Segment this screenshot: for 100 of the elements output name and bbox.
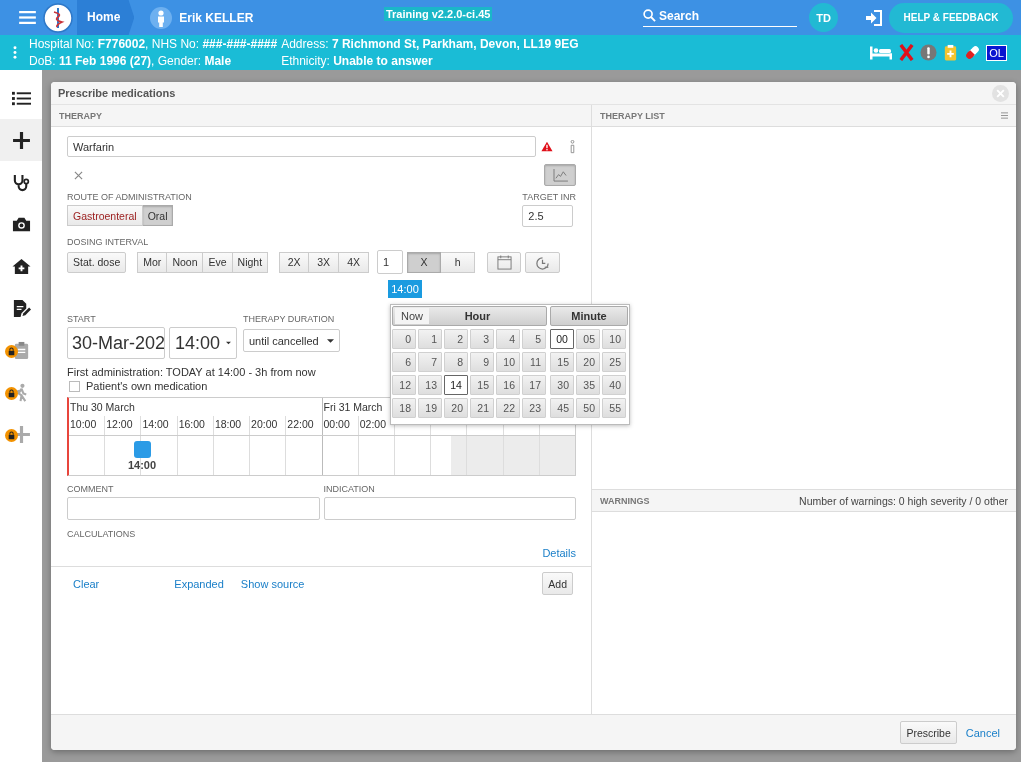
- minute-option[interactable]: 15: [550, 352, 574, 372]
- target-inr-field[interactable]: 2.5: [522, 205, 574, 227]
- dialog-title: Prescribe medications: [58, 87, 176, 99]
- action-link[interactable]: Expanded: [174, 577, 224, 590]
- hour-option[interactable]: 4: [496, 329, 520, 349]
- time-of-day-button[interactable]: Eve: [203, 251, 233, 273]
- time-of-day-button[interactable]: Noon: [167, 251, 204, 273]
- info-icon[interactable]: [569, 139, 576, 154]
- version-label: Training v2.2.0-ci.45: [383, 7, 493, 21]
- hour-label: 10:00: [70, 418, 97, 430]
- hour-option[interactable]: 16: [496, 375, 520, 395]
- start-time-dropdown[interactable]: 14:00: [169, 327, 237, 359]
- more-icon[interactable]: [13, 46, 17, 59]
- hour-option[interactable]: 7: [418, 352, 442, 372]
- calendar-button[interactable]: [487, 251, 522, 273]
- lock-icon: [5, 387, 18, 400]
- hour-option[interactable]: 19: [418, 398, 442, 418]
- duration-dropdown[interactable]: until cancelled: [243, 329, 340, 352]
- hour-option[interactable]: 15: [470, 375, 494, 395]
- hour-option[interactable]: 1: [418, 329, 442, 349]
- home-breadcrumb[interactable]: Home: [77, 0, 135, 35]
- route-option[interactable]: Gastroenteral: [67, 205, 143, 226]
- comment-field[interactable]: [67, 497, 320, 520]
- dose-count-field[interactable]: 1: [377, 250, 404, 274]
- time-of-day-button[interactable]: Mor: [137, 251, 168, 273]
- minute-option[interactable]: 30: [550, 375, 574, 395]
- hour-option[interactable]: 18: [392, 398, 416, 418]
- search-field[interactable]: Search: [659, 8, 789, 23]
- hour-option[interactable]: 2: [444, 329, 468, 349]
- warning-icon[interactable]: [541, 141, 554, 152]
- minute-option[interactable]: 05: [576, 329, 600, 349]
- alert-icon[interactable]: [920, 44, 938, 61]
- menu-icon[interactable]: [1001, 112, 1008, 119]
- bed-icon[interactable]: [869, 44, 894, 61]
- time-tooltip: 14:00: [388, 280, 422, 298]
- frequency-button[interactable]: 3X: [309, 251, 340, 273]
- clear-icon[interactable]: [74, 170, 83, 180]
- details-link[interactable]: Details: [542, 547, 576, 559]
- stat-dose-button[interactable]: Stat. dose: [67, 251, 127, 273]
- frequency-button[interactable]: 4X: [339, 251, 370, 273]
- hour-option[interactable]: 9: [470, 352, 494, 372]
- hour-option[interactable]: 14: [444, 375, 468, 395]
- section-title: THERAPY LIST: [600, 110, 665, 121]
- time-of-day-button[interactable]: Night: [232, 251, 269, 273]
- plus-icon: [11, 130, 31, 150]
- minute-option[interactable]: 20: [576, 352, 600, 372]
- hour-option[interactable]: 11: [522, 352, 546, 372]
- unit-option[interactable]: h: [441, 251, 476, 273]
- hour-option[interactable]: 0: [392, 329, 416, 349]
- patient-info: DoB: 11 Feb 1996 (27), Gender: Male: [29, 54, 233, 68]
- cancel-link[interactable]: Cancel: [965, 726, 1000, 739]
- pill-icon[interactable]: [964, 44, 982, 61]
- minute-option[interactable]: 45: [550, 398, 574, 418]
- logout-icon[interactable]: [865, 9, 883, 26]
- sidebar-item[interactable]: [0, 119, 42, 161]
- clock-icon: [535, 254, 551, 270]
- minute-option[interactable]: 00: [550, 329, 574, 349]
- start-date-field[interactable]: 30-Mar-202: [67, 327, 165, 359]
- minute-option[interactable]: 35: [576, 375, 600, 395]
- medication-field[interactable]: Warfarin: [67, 136, 537, 157]
- hour-option[interactable]: 10: [496, 352, 520, 372]
- add-button[interactable]: Add: [542, 572, 573, 595]
- action-link[interactable]: Clear: [73, 577, 100, 590]
- hour-option[interactable]: 12: [392, 375, 416, 395]
- hour-option[interactable]: 6: [392, 352, 416, 372]
- checkbox[interactable]: [69, 380, 80, 392]
- hour-option[interactable]: 3: [470, 329, 494, 349]
- emblem-icon[interactable]: [43, 2, 73, 33]
- hour-option[interactable]: 5: [522, 329, 546, 349]
- search-icon: [643, 9, 656, 22]
- unit-option[interactable]: X: [407, 251, 442, 273]
- hour-option[interactable]: 17: [522, 375, 546, 395]
- minute-option[interactable]: 25: [602, 352, 626, 372]
- minute-option[interactable]: 50: [576, 398, 600, 418]
- field-label: TARGET INR: [522, 192, 576, 202]
- dose-marker[interactable]: [133, 441, 151, 458]
- field-label: START: [67, 314, 97, 324]
- status-badge[interactable]: OL: [986, 44, 1007, 61]
- dose-time-label: 14:00: [127, 459, 157, 471]
- hour-option[interactable]: 8: [444, 352, 468, 372]
- hour-option[interactable]: 21: [470, 398, 494, 418]
- hour-option[interactable]: 20: [444, 398, 468, 418]
- now-button[interactable]: Now: [395, 308, 429, 324]
- cross-icon[interactable]: [898, 44, 916, 61]
- hour-option[interactable]: 22: [496, 398, 520, 418]
- minute-option[interactable]: 55: [602, 398, 626, 418]
- hour-option[interactable]: 13: [418, 375, 442, 395]
- menu-icon[interactable]: [19, 11, 36, 24]
- minute-option[interactable]: 40: [602, 375, 626, 395]
- patient-info: Hospital No: F776002, NHS No: ###-###-####: [29, 37, 278, 51]
- minute-option[interactable]: 10: [602, 329, 626, 349]
- action-link[interactable]: Show source: [240, 577, 305, 590]
- frequency-button[interactable]: 2X: [279, 251, 310, 273]
- first-administration-note: First administration: TODAY at 14:00 - 3h from now: [67, 366, 317, 378]
- route-option[interactable]: Oral: [142, 205, 174, 226]
- field-label: ROUTE OF ADMINISTRATION: [67, 192, 192, 202]
- prescribe-button[interactable]: Prescribe: [900, 721, 957, 744]
- hour-option[interactable]: 23: [522, 398, 546, 418]
- indication-field[interactable]: [323, 497, 576, 520]
- schedule-button[interactable]: [525, 251, 561, 273]
